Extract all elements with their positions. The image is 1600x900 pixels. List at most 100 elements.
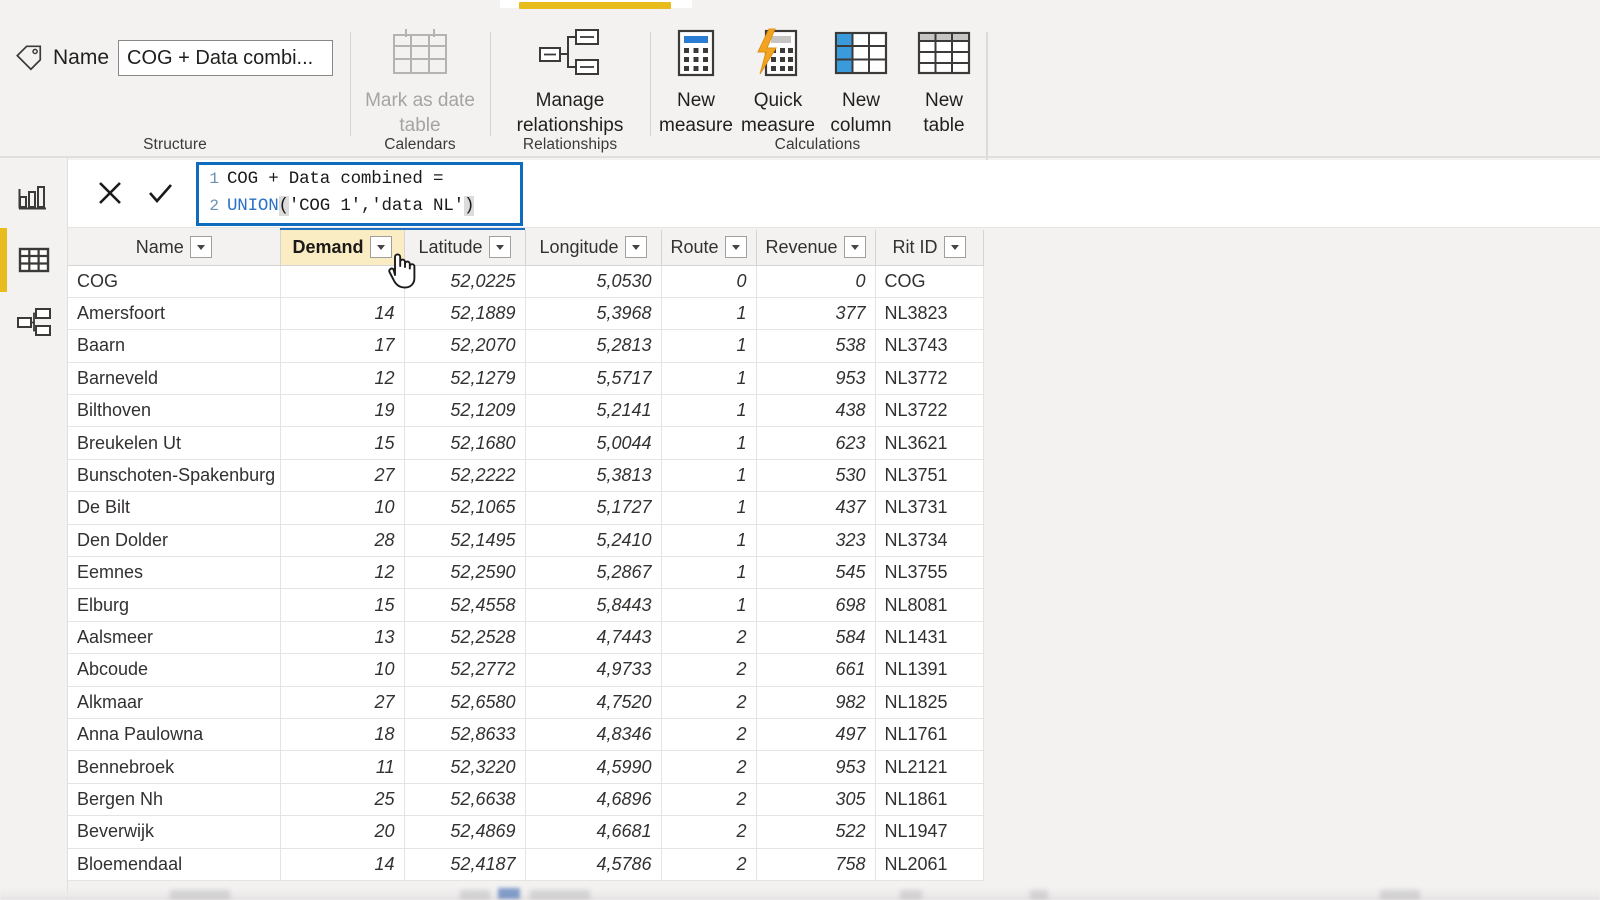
table-row[interactable]: Anna Paulowna 18 52,8633 4,8346 2 497 NL1761 bbox=[68, 718, 984, 752]
table-row[interactable]: Beverwijk 20 52,4869 4,6681 2 522 NL1947 bbox=[68, 815, 984, 849]
table-row[interactable]: Bilthoven 19 52,1209 5,2141 1 438 NL3722 bbox=[68, 394, 984, 428]
cell-revenue[interactable]: 0 bbox=[756, 265, 876, 298]
cell-latitude[interactable]: 52,3220 bbox=[404, 750, 526, 784]
cell-name[interactable]: Amersfoort bbox=[68, 297, 281, 331]
cell-latitude[interactable]: 52,8633 bbox=[404, 718, 526, 752]
cell-longitude[interactable]: 5,0530 bbox=[525, 265, 662, 298]
accept-formula-button[interactable] bbox=[138, 172, 182, 214]
cell-revenue[interactable]: 438 bbox=[756, 394, 876, 428]
cell-longitude[interactable]: 5,2141 bbox=[525, 394, 662, 428]
cell-revenue[interactable]: 661 bbox=[756, 653, 876, 687]
cell-latitude[interactable]: 52,1495 bbox=[404, 524, 526, 558]
column-header-latitude[interactable]: Latitude bbox=[404, 230, 526, 266]
table-row[interactable]: De Bilt 10 52,1065 5,1727 1 437 NL3731 bbox=[68, 491, 984, 525]
cell-revenue[interactable]: 545 bbox=[756, 556, 876, 590]
cell-latitude[interactable]: 52,2070 bbox=[404, 329, 526, 363]
longitude-filter-button[interactable] bbox=[624, 236, 647, 259]
cell-longitude[interactable]: 4,5990 bbox=[525, 750, 662, 784]
cell-latitude[interactable]: 52,6638 bbox=[404, 783, 526, 817]
cell-latitude[interactable]: 52,0225 bbox=[404, 265, 526, 298]
cell-longitude[interactable]: 4,8346 bbox=[525, 718, 662, 752]
cell-revenue[interactable]: 953 bbox=[756, 750, 876, 784]
cell-demand[interactable]: 14 bbox=[280, 297, 405, 331]
cell-latitude[interactable]: 52,4558 bbox=[404, 588, 526, 622]
cell-longitude[interactable]: 5,0044 bbox=[525, 426, 662, 460]
cell-demand[interactable]: 25 bbox=[280, 783, 405, 817]
cell-name[interactable]: Abcoude bbox=[68, 653, 281, 687]
cell-longitude[interactable]: 4,7443 bbox=[525, 621, 662, 655]
cell-latitude[interactable]: 52,1065 bbox=[404, 491, 526, 525]
cell-rit_id[interactable]: NL3731 bbox=[875, 491, 984, 525]
cell-rit_id[interactable]: NL1431 bbox=[875, 621, 984, 655]
column-header-route[interactable]: Route bbox=[661, 230, 757, 266]
cell-rit_id[interactable]: NL1761 bbox=[875, 718, 984, 752]
cell-route[interactable]: 2 bbox=[661, 686, 757, 719]
cell-name[interactable]: Anna Paulowna bbox=[68, 718, 281, 752]
cell-longitude[interactable]: 5,3813 bbox=[525, 459, 662, 493]
table-row[interactable]: Bergen Nh 25 52,6638 4,6896 2 305 NL1861 bbox=[68, 783, 984, 817]
cell-name[interactable]: Bergen Nh bbox=[68, 783, 281, 817]
cell-revenue[interactable]: 623 bbox=[756, 426, 876, 460]
cell-revenue[interactable]: 377 bbox=[756, 297, 876, 331]
cell-name[interactable]: Aalsmeer bbox=[68, 621, 281, 655]
cell-longitude[interactable]: 4,7520 bbox=[525, 686, 662, 719]
cell-latitude[interactable]: 52,2590 bbox=[404, 556, 526, 590]
cell-revenue[interactable]: 982 bbox=[756, 686, 876, 719]
cell-rit_id[interactable]: NL8081 bbox=[875, 588, 984, 622]
cell-name[interactable]: Den Dolder bbox=[68, 524, 281, 558]
cell-rit_id[interactable]: NL3755 bbox=[875, 556, 984, 590]
column-header-name[interactable]: Name bbox=[68, 230, 281, 266]
cell-demand[interactable]: 17 bbox=[280, 329, 405, 363]
column-header-rit-id[interactable]: Rit ID bbox=[875, 230, 984, 266]
cell-route[interactable]: 2 bbox=[661, 750, 757, 784]
table-row[interactable]: Eemnes 12 52,2590 5,2867 1 545 NL3755 bbox=[68, 556, 984, 590]
cell-demand[interactable]: 27 bbox=[280, 459, 405, 493]
cell-demand[interactable]: 11 bbox=[280, 750, 405, 784]
cell-longitude[interactable]: 5,8443 bbox=[525, 588, 662, 622]
table-row[interactable]: Aalsmeer 13 52,2528 4,7443 2 584 NL1431 bbox=[68, 621, 984, 655]
cell-latitude[interactable]: 52,4869 bbox=[404, 815, 526, 849]
sidebar-item-report[interactable] bbox=[0, 168, 68, 228]
cell-rit_id[interactable]: NL3751 bbox=[875, 459, 984, 493]
cell-latitude[interactable]: 52,6580 bbox=[404, 686, 526, 719]
cell-route[interactable]: 2 bbox=[661, 621, 757, 655]
cell-rit_id[interactable]: NL3772 bbox=[875, 362, 984, 396]
cell-demand[interactable]: 27 bbox=[280, 686, 405, 719]
cell-name[interactable]: Bennebroek bbox=[68, 750, 281, 784]
cell-longitude[interactable]: 4,6681 bbox=[525, 815, 662, 849]
sidebar-item-model[interactable] bbox=[0, 292, 68, 352]
cell-name[interactable]: Elburg bbox=[68, 588, 281, 622]
cell-route[interactable]: 1 bbox=[661, 394, 757, 428]
cell-latitude[interactable]: 52,1209 bbox=[404, 394, 526, 428]
cell-revenue[interactable]: 497 bbox=[756, 718, 876, 752]
cell-name[interactable]: Breukelen Ut bbox=[68, 426, 281, 460]
dax-formula-editor[interactable]: 1 COG + Data combined = 2 UNION('COG 1',… bbox=[196, 162, 523, 226]
cell-demand[interactable]: 14 bbox=[280, 848, 405, 881]
cell-route[interactable]: 0 bbox=[661, 265, 757, 298]
table-row[interactable]: Amersfoort 14 52,1889 5,3968 1 377 NL3823 bbox=[68, 297, 984, 331]
cell-name[interactable]: COG bbox=[68, 265, 281, 298]
column-header-demand[interactable]: Demand bbox=[280, 230, 405, 266]
new-table-button[interactable]: New table bbox=[904, 26, 984, 138]
table-row[interactable]: Bennebroek 11 52,3220 4,5990 2 953 NL2121 bbox=[68, 750, 984, 784]
table-name-input[interactable] bbox=[118, 40, 334, 76]
cell-longitude[interactable]: 4,5786 bbox=[525, 848, 662, 881]
cell-route[interactable]: 1 bbox=[661, 459, 757, 493]
cell-name[interactable]: Baarn bbox=[68, 329, 281, 363]
cell-rit_id[interactable]: NL3621 bbox=[875, 426, 984, 460]
sidebar-item-data[interactable] bbox=[0, 230, 68, 290]
column-header-longitude[interactable]: Longitude bbox=[525, 230, 662, 266]
cell-demand[interactable]: 12 bbox=[280, 362, 405, 396]
cell-revenue[interactable]: 584 bbox=[756, 621, 876, 655]
cell-demand[interactable]: 10 bbox=[280, 653, 405, 687]
cell-longitude[interactable]: 5,2410 bbox=[525, 524, 662, 558]
table-row[interactable]: Bunschoten-Spakenburg 27 52,2222 5,3813 1 530… bbox=[68, 459, 984, 493]
mark-as-date-table-button[interactable]: Mark as date table bbox=[350, 26, 490, 138]
latitude-filter-button[interactable] bbox=[488, 236, 511, 259]
cell-demand[interactable]: 19 bbox=[280, 394, 405, 428]
quick-measure-button[interactable]: Quick measure bbox=[738, 26, 818, 138]
cell-demand[interactable] bbox=[280, 265, 405, 298]
name-filter-button[interactable] bbox=[189, 236, 212, 259]
cell-longitude[interactable]: 5,1727 bbox=[525, 491, 662, 525]
cell-longitude[interactable]: 4,6896 bbox=[525, 783, 662, 817]
